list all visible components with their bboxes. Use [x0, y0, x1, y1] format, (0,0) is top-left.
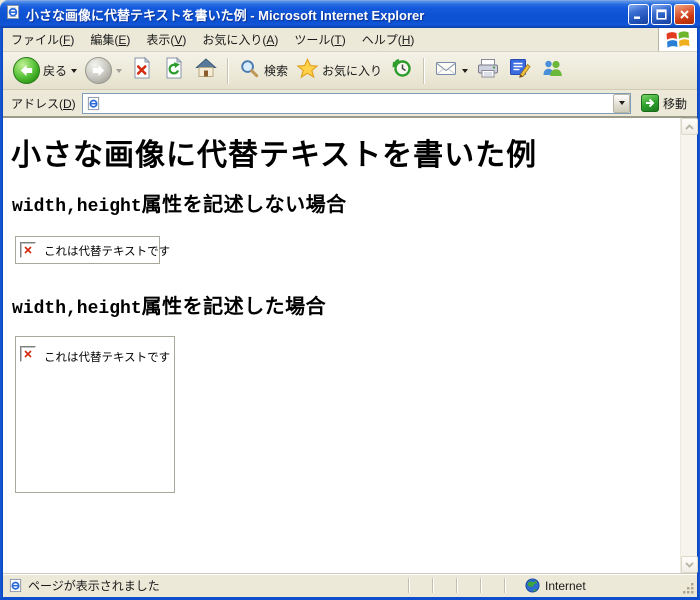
toolbar-separator	[423, 58, 425, 84]
internet-globe-icon	[525, 578, 540, 593]
vertical-scrollbar[interactable]	[680, 118, 697, 573]
address-page-icon	[86, 96, 101, 111]
titlebar[interactable]: 小さな画像に代替テキストを書いた例 - Microsoft Internet E…	[0, 0, 700, 28]
mail-icon	[434, 56, 458, 85]
forward-dropdown-icon[interactable]	[116, 69, 122, 73]
menu-help[interactable]: ヘルプ(H)	[354, 28, 423, 51]
edit-button[interactable]	[504, 54, 536, 87]
favorites-star-icon	[296, 57, 319, 85]
chevron-down-icon	[619, 101, 625, 105]
back-icon	[13, 57, 40, 84]
go-arrow-icon	[641, 94, 659, 112]
menu-edit[interactable]: 編集(E)	[82, 28, 138, 51]
address-dropdown-button[interactable]	[613, 94, 630, 113]
window-title: 小さな画像に代替テキストを書いた例 - Microsoft Internet E…	[26, 5, 628, 24]
address-bar: アドレス(D) 移動	[3, 90, 697, 117]
mail-button[interactable]	[430, 54, 472, 87]
scroll-up-button[interactable]	[681, 118, 698, 135]
toolbar-separator	[227, 58, 229, 84]
section-heading-2: width,height属性を記述した場合	[12, 290, 326, 319]
broken-image-placeholder-1: これは代替テキストです	[15, 236, 160, 264]
favorites-label: お気に入り	[322, 62, 382, 79]
code-text: width,height	[12, 299, 142, 319]
minimize-button[interactable]	[628, 4, 649, 25]
status-pane-dividers	[408, 578, 506, 593]
search-icon	[238, 57, 261, 85]
back-button[interactable]: 戻る	[9, 55, 81, 86]
chevron-down-icon	[685, 562, 694, 568]
status-page-icon	[8, 578, 23, 593]
resize-grip[interactable]	[681, 581, 695, 595]
broken-image-icon	[20, 242, 36, 258]
messenger-button[interactable]	[536, 54, 568, 87]
home-icon	[194, 56, 218, 85]
status-message: ページが表示されました	[28, 577, 160, 594]
windows-logo	[658, 28, 697, 51]
browser-window: 小さな画像に代替テキストを書いた例 - Microsoft Internet E…	[0, 0, 700, 600]
toolbar: 戻る 検索 お気に入り	[3, 52, 697, 90]
refresh-button[interactable]	[158, 54, 190, 87]
broken-image-placeholder-2: これは代替テキストです	[15, 336, 175, 493]
menu-bar: ファイル(F) 編集(E) 表示(V) お気に入り(A) ツール(T) ヘルプ(…	[3, 28, 697, 52]
menu-favorites[interactable]: お気に入り(A)	[194, 28, 286, 51]
refresh-icon	[162, 56, 186, 85]
alt-text: これは代替テキストです	[44, 348, 170, 365]
page-title: 小さな画像に代替テキストを書いた例	[11, 130, 537, 174]
menu-tools[interactable]: ツール(T)	[286, 28, 353, 51]
address-input[interactable]	[104, 95, 613, 112]
favorites-button[interactable]: お気に入り	[292, 55, 386, 87]
history-icon	[390, 56, 414, 85]
page-viewport: 小さな画像に代替テキストを書いた例 width,height属性を記述しない場合…	[3, 117, 697, 573]
forward-icon	[85, 57, 112, 84]
go-button[interactable]: 移動	[637, 93, 693, 113]
scroll-down-button[interactable]	[681, 556, 698, 573]
mail-dropdown-icon[interactable]	[462, 69, 468, 73]
edit-icon	[508, 56, 532, 85]
chevron-up-icon	[685, 124, 694, 130]
history-button[interactable]	[386, 54, 418, 87]
alt-text: これは代替テキストです	[44, 242, 170, 259]
code-text: width,height	[12, 197, 142, 217]
address-label: アドレス(D)	[11, 95, 76, 112]
search-button[interactable]: 検索	[234, 55, 292, 87]
go-label: 移動	[663, 95, 687, 112]
stop-icon	[130, 56, 154, 85]
forward-button[interactable]	[81, 55, 126, 86]
messenger-icon	[540, 56, 564, 85]
close-button[interactable]	[674, 4, 695, 25]
status-bar: ページが表示されました Internet	[3, 573, 697, 597]
section-heading-1: width,height属性を記述しない場合	[12, 188, 347, 217]
back-label: 戻る	[43, 62, 67, 79]
search-label: 検索	[264, 62, 288, 79]
print-icon	[476, 56, 500, 85]
menu-view[interactable]: 表示(V)	[138, 28, 194, 51]
maximize-button[interactable]	[651, 4, 672, 25]
stop-button[interactable]	[126, 54, 158, 87]
print-button[interactable]	[472, 54, 504, 87]
ie-page-icon	[5, 4, 21, 25]
home-button[interactable]	[190, 54, 222, 87]
security-zone-label: Internet	[545, 579, 586, 593]
address-field[interactable]	[82, 93, 631, 114]
back-dropdown-icon[interactable]	[71, 69, 77, 73]
broken-image-icon	[20, 346, 36, 362]
menu-file[interactable]: ファイル(F)	[3, 28, 82, 51]
